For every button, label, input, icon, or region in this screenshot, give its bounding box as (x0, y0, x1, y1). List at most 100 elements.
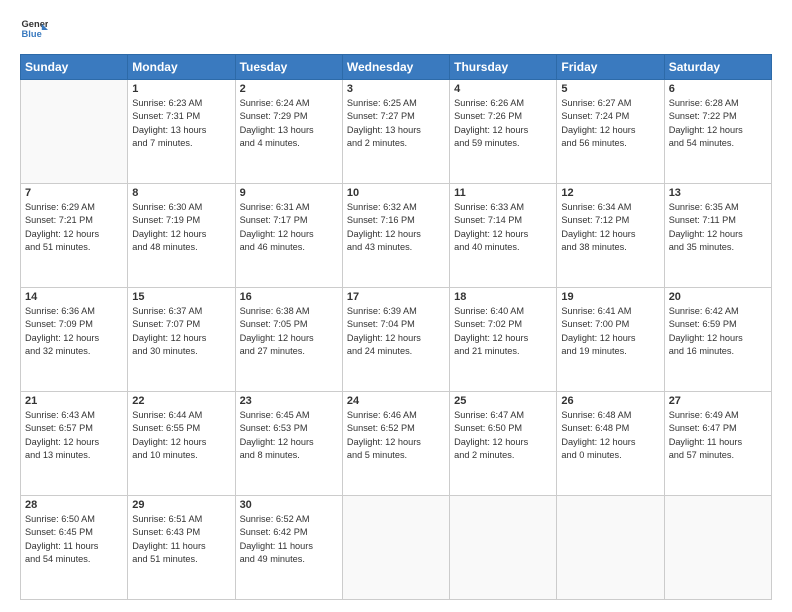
day-number: 14 (25, 291, 123, 303)
day-number: 8 (132, 187, 230, 199)
cell-info: Sunrise: 6:27 AM Sunset: 7:24 PM Dayligh… (561, 97, 659, 150)
cell-info: Sunrise: 6:23 AM Sunset: 7:31 PM Dayligh… (132, 97, 230, 150)
calendar-cell: 8 Sunrise: 6:30 AM Sunset: 7:19 PM Daylig… (128, 184, 235, 288)
page: General Blue SundayMondayTuesdayWednesda… (0, 0, 792, 612)
cell-info: Sunrise: 6:43 AM Sunset: 6:57 PM Dayligh… (25, 409, 123, 462)
day-number: 23 (240, 395, 338, 407)
calendar-cell: 27 Sunrise: 6:49 AM Sunset: 6:47 PM Dayli… (664, 392, 771, 496)
calendar-cell: 20Sunrise: 6:42 AM Sunset: 6:59 PM Dayli… (664, 288, 771, 392)
cell-info: Sunrise: 6:37 AM Sunset: 7:07 PM Dayligh… (132, 305, 230, 358)
cell-info: Sunrise: 6:48 AM Sunset: 6:48 PM Dayligh… (561, 409, 659, 462)
day-number: 29 (132, 499, 230, 511)
calendar-cell: 23Sunrise: 6:45 AM Sunset: 6:53 PM Dayli… (235, 392, 342, 496)
cell-info: Sunrise: 6:38 AM Sunset: 7:05 PM Dayligh… (240, 305, 338, 358)
weekday-header-sunday: Sunday (21, 55, 128, 80)
calendar-table: SundayMondayTuesdayWednesdayThursdayFrid… (20, 54, 772, 600)
calendar-cell (342, 496, 449, 600)
weekday-header-monday: Monday (128, 55, 235, 80)
cell-info: Sunrise: 6:31 AM Sunset: 7:17 PM Dayligh… (240, 201, 338, 254)
calendar-cell: 12 Sunrise: 6:34 AM Sunset: 7:12 PM Dayli… (557, 184, 664, 288)
svg-text:Blue: Blue (22, 29, 42, 39)
day-number: 19 (561, 291, 659, 303)
calendar-cell: 17 Sunrise: 6:39 AM Sunset: 7:04 PM Dayli… (342, 288, 449, 392)
weekday-header-friday: Friday (557, 55, 664, 80)
cell-info: Sunrise: 6:47 AM Sunset: 6:50 PM Dayligh… (454, 409, 552, 462)
day-number: 16 (240, 291, 338, 303)
calendar-cell: 21 Sunrise: 6:43 AM Sunset: 6:57 PM Dayli… (21, 392, 128, 496)
day-number: 11 (454, 187, 552, 199)
calendar-cell: 30Sunrise: 6:52 AM Sunset: 6:42 PM Dayli… (235, 496, 342, 600)
day-number: 9 (240, 187, 338, 199)
calendar-cell: 28 Sunrise: 6:50 AM Sunset: 6:45 PM Dayli… (21, 496, 128, 600)
weekday-header-thursday: Thursday (450, 55, 557, 80)
weekday-header-wednesday: Wednesday (342, 55, 449, 80)
cell-info: Sunrise: 6:46 AM Sunset: 6:52 PM Dayligh… (347, 409, 445, 462)
day-number: 2 (240, 83, 338, 95)
day-number: 28 (25, 499, 123, 511)
day-number: 12 (561, 187, 659, 199)
cell-info: Sunrise: 6:51 AM Sunset: 6:43 PM Dayligh… (132, 513, 230, 566)
week-row-3: 14 Sunrise: 6:36 AM Sunset: 7:09 PM Dayli… (21, 288, 772, 392)
day-number: 25 (454, 395, 552, 407)
week-row-5: 28 Sunrise: 6:50 AM Sunset: 6:45 PM Dayli… (21, 496, 772, 600)
calendar-cell: 14 Sunrise: 6:36 AM Sunset: 7:09 PM Dayli… (21, 288, 128, 392)
cell-info: Sunrise: 6:36 AM Sunset: 7:09 PM Dayligh… (25, 305, 123, 358)
calendar-cell: 5 Sunrise: 6:27 AM Sunset: 7:24 PM Daylig… (557, 80, 664, 184)
cell-info: Sunrise: 6:52 AM Sunset: 6:42 PM Dayligh… (240, 513, 338, 566)
cell-info: Sunrise: 6:50 AM Sunset: 6:45 PM Dayligh… (25, 513, 123, 566)
week-row-1: 1Sunrise: 6:23 AM Sunset: 7:31 PM Daylig… (21, 80, 772, 184)
cell-info: Sunrise: 6:30 AM Sunset: 7:19 PM Dayligh… (132, 201, 230, 254)
calendar-cell: 26Sunrise: 6:48 AM Sunset: 6:48 PM Dayli… (557, 392, 664, 496)
day-number: 15 (132, 291, 230, 303)
logo: General Blue (20, 16, 52, 44)
calendar-cell: 24 Sunrise: 6:46 AM Sunset: 6:52 PM Dayli… (342, 392, 449, 496)
day-number: 4 (454, 83, 552, 95)
calendar-cell: 2 Sunrise: 6:24 AM Sunset: 7:29 PM Daylig… (235, 80, 342, 184)
cell-info: Sunrise: 6:33 AM Sunset: 7:14 PM Dayligh… (454, 201, 552, 254)
day-number: 20 (669, 291, 767, 303)
calendar-cell: 19 Sunrise: 6:41 AM Sunset: 7:00 PM Dayli… (557, 288, 664, 392)
calendar-cell: 9 Sunrise: 6:31 AM Sunset: 7:17 PM Daylig… (235, 184, 342, 288)
day-number: 10 (347, 187, 445, 199)
day-number: 13 (669, 187, 767, 199)
calendar-cell: 13 Sunrise: 6:35 AM Sunset: 7:11 PM Dayli… (664, 184, 771, 288)
calendar-cell: 11 Sunrise: 6:33 AM Sunset: 7:14 PM Dayli… (450, 184, 557, 288)
calendar-cell: 1Sunrise: 6:23 AM Sunset: 7:31 PM Daylig… (128, 80, 235, 184)
day-number: 21 (25, 395, 123, 407)
cell-info: Sunrise: 6:40 AM Sunset: 7:02 PM Dayligh… (454, 305, 552, 358)
cell-info: Sunrise: 6:25 AM Sunset: 7:27 PM Dayligh… (347, 97, 445, 150)
weekday-header-row: SundayMondayTuesdayWednesdayThursdayFrid… (21, 55, 772, 80)
day-number: 5 (561, 83, 659, 95)
cell-info: Sunrise: 6:32 AM Sunset: 7:16 PM Dayligh… (347, 201, 445, 254)
cell-info: Sunrise: 6:34 AM Sunset: 7:12 PM Dayligh… (561, 201, 659, 254)
logo-icon: General Blue (20, 16, 48, 44)
cell-info: Sunrise: 6:29 AM Sunset: 7:21 PM Dayligh… (25, 201, 123, 254)
calendar-cell (664, 496, 771, 600)
day-number: 22 (132, 395, 230, 407)
cell-info: Sunrise: 6:24 AM Sunset: 7:29 PM Dayligh… (240, 97, 338, 150)
day-number: 27 (669, 395, 767, 407)
calendar-cell: 4Sunrise: 6:26 AM Sunset: 7:26 PM Daylig… (450, 80, 557, 184)
calendar-cell (557, 496, 664, 600)
calendar-cell: 15 Sunrise: 6:37 AM Sunset: 7:07 PM Dayli… (128, 288, 235, 392)
cell-info: Sunrise: 6:35 AM Sunset: 7:11 PM Dayligh… (669, 201, 767, 254)
day-number: 18 (454, 291, 552, 303)
calendar-cell: 22Sunrise: 6:44 AM Sunset: 6:55 PM Dayli… (128, 392, 235, 496)
cell-info: Sunrise: 6:49 AM Sunset: 6:47 PM Dayligh… (669, 409, 767, 462)
day-number: 24 (347, 395, 445, 407)
day-number: 3 (347, 83, 445, 95)
calendar-cell: 29 Sunrise: 6:51 AM Sunset: 6:43 PM Dayli… (128, 496, 235, 600)
calendar-cell: 18 Sunrise: 6:40 AM Sunset: 7:02 PM Dayli… (450, 288, 557, 392)
cell-info: Sunrise: 6:28 AM Sunset: 7:22 PM Dayligh… (669, 97, 767, 150)
week-row-4: 21 Sunrise: 6:43 AM Sunset: 6:57 PM Dayli… (21, 392, 772, 496)
calendar-cell: 25 Sunrise: 6:47 AM Sunset: 6:50 PM Dayli… (450, 392, 557, 496)
calendar-cell: 10 Sunrise: 6:32 AM Sunset: 7:16 PM Dayli… (342, 184, 449, 288)
week-row-2: 7Sunrise: 6:29 AM Sunset: 7:21 PM Daylig… (21, 184, 772, 288)
header: General Blue (20, 16, 772, 44)
day-number: 17 (347, 291, 445, 303)
cell-info: Sunrise: 6:41 AM Sunset: 7:00 PM Dayligh… (561, 305, 659, 358)
calendar-cell: 16 Sunrise: 6:38 AM Sunset: 7:05 PM Dayli… (235, 288, 342, 392)
calendar-cell (21, 80, 128, 184)
weekday-header-saturday: Saturday (664, 55, 771, 80)
cell-info: Sunrise: 6:39 AM Sunset: 7:04 PM Dayligh… (347, 305, 445, 358)
